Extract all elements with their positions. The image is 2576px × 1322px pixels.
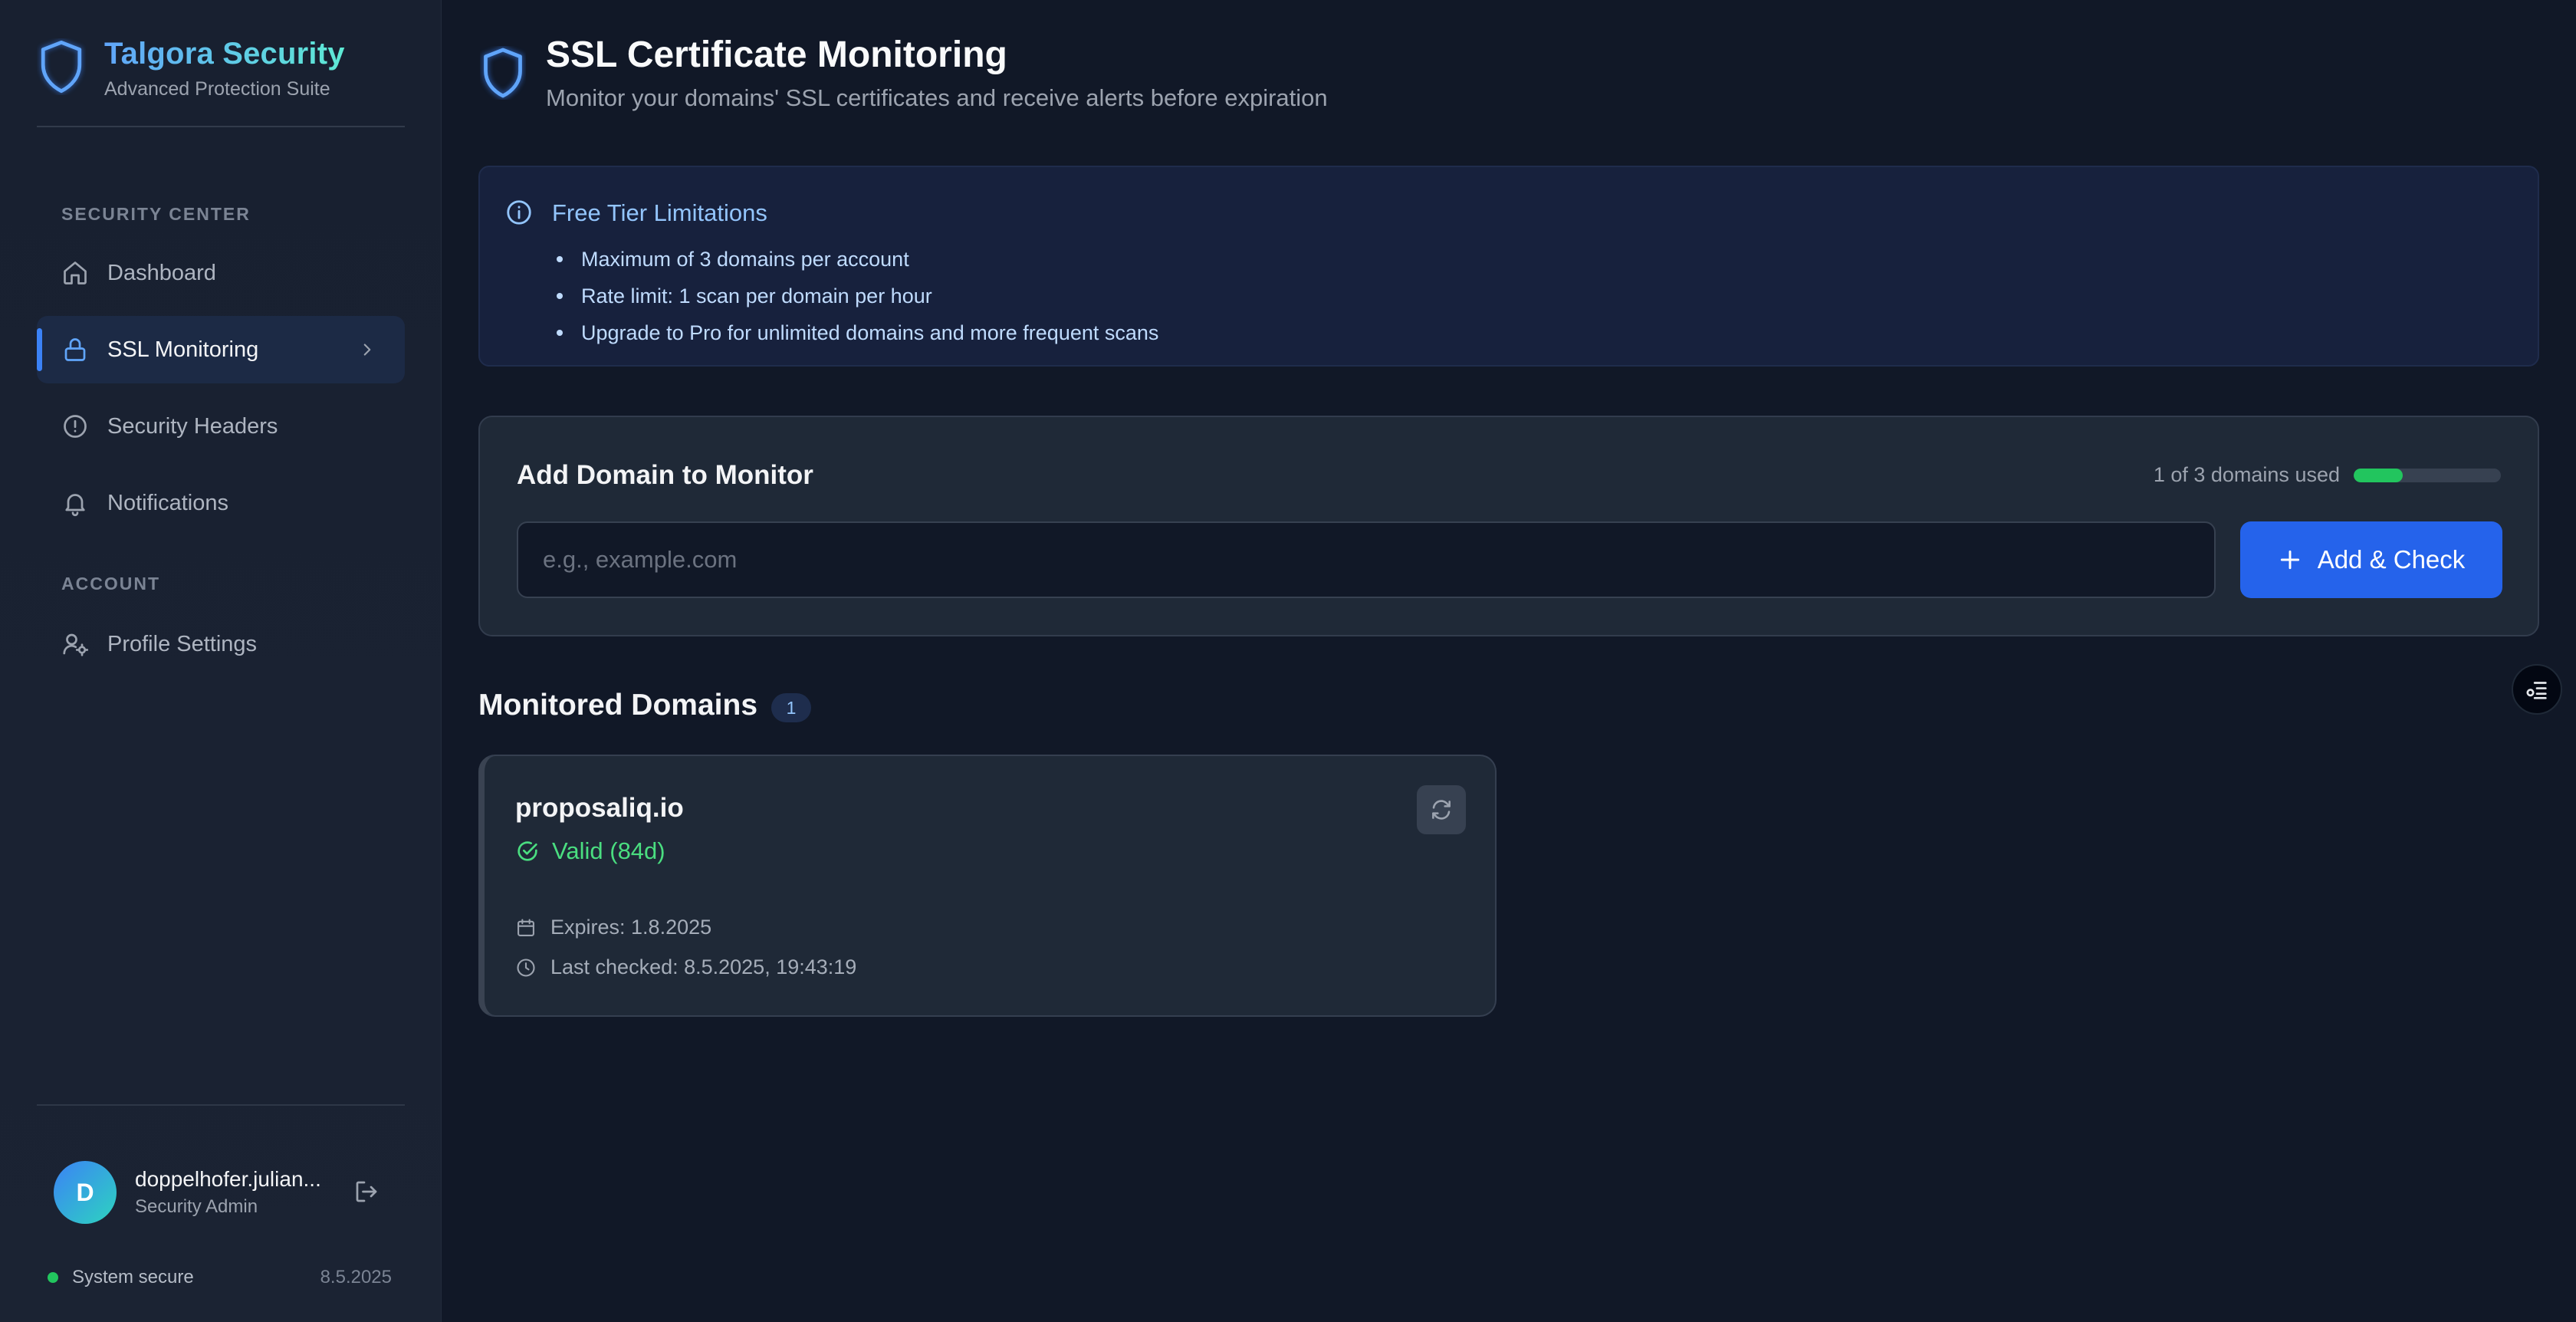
sidebar-item-profile-settings[interactable]: Profile Settings — [37, 610, 405, 678]
chevron-right-icon — [363, 344, 371, 356]
user-profile[interactable]: D doppelhofer.julian... Security Admin — [54, 1161, 334, 1224]
alert-circle-icon — [64, 415, 87, 438]
sidebar-item-label: Security Headers — [107, 413, 278, 439]
section-label-security-center: SECURITY CENTER — [61, 204, 251, 224]
check-circle-icon — [518, 841, 537, 861]
section-label-account: ACCOUNT — [61, 574, 160, 594]
calendar-icon — [518, 918, 534, 936]
sidebar-item-notifications[interactable]: Notifications — [37, 469, 405, 537]
usage-progress-bar — [2354, 468, 2501, 482]
shield-icon — [40, 39, 83, 94]
sidebar-item-label: Profile Settings — [107, 631, 258, 656]
user-cog-icon — [63, 633, 89, 656]
sidebar: Talgora Security Advanced Protection Sui… — [0, 0, 442, 1322]
home-icon — [64, 261, 87, 284]
clock-icon — [517, 958, 535, 977]
certificate-status: Valid (84d) — [515, 837, 665, 865]
lock-icon — [64, 338, 86, 361]
domain-card[interactable]: proposaliq.io Valid (84d) Expires: 1.8.2… — [478, 755, 1497, 1017]
expiry-row: Expires: 1.8.2025 — [515, 916, 711, 939]
status-text: Valid (84d) — [552, 837, 665, 864]
page-subtitle: Monitor your domains' SSL certificates a… — [546, 84, 1328, 111]
status-text: System secure — [72, 1267, 194, 1287]
brand-title: Talgora Security — [104, 37, 345, 71]
shield-icon — [482, 46, 524, 100]
domain-usage: 1 of 3 domains used — [2154, 463, 2501, 487]
add-domain-title: Add Domain to Monitor — [517, 460, 813, 490]
last-checked-row: Last checked: 8.5.2025, 19:43:19 — [515, 955, 856, 979]
info-icon — [507, 200, 531, 225]
avatar: D — [54, 1161, 117, 1224]
sidebar-item-security-headers[interactable]: Security Headers — [37, 393, 405, 460]
sidebar-item-label: Notifications — [107, 490, 228, 515]
sidebar-item-dashboard[interactable]: Dashboard — [37, 239, 405, 307]
sidebar-item-ssl-monitoring[interactable]: SSL Monitoring — [37, 316, 405, 383]
free-tier-info-box: Free Tier Limitations Maximum of 3 domai… — [478, 166, 2539, 367]
floating-menu-button[interactable] — [2512, 664, 2562, 715]
status-dot — [48, 1272, 58, 1283]
add-and-check-button[interactable]: Add & Check — [2240, 521, 2502, 598]
user-role: Security Admin — [135, 1196, 258, 1217]
list-item: Maximum of 3 domains per account — [552, 241, 1158, 278]
sidebar-item-label: Dashboard — [107, 260, 216, 285]
info-list: Maximum of 3 domains per account Rate li… — [552, 241, 1158, 351]
monitored-domains-title: Monitored Domains — [478, 689, 758, 722]
bell-icon — [65, 494, 85, 517]
add-button-label: Add & Check — [2317, 545, 2466, 574]
list-item: Rate limit: 1 scan per domain per hour — [552, 278, 1158, 314]
sidebar-item-label: SSL Monitoring — [107, 337, 259, 362]
brand[interactable]: Talgora Security Advanced Protection Sui… — [37, 35, 345, 100]
add-domain-card: Add Domain to Monitor 1 of 3 domains use… — [478, 416, 2539, 636]
refresh-button[interactable] — [1417, 785, 1466, 834]
expiry-text: Expires: 1.8.2025 — [550, 916, 712, 939]
list-item: Upgrade to Pro for unlimited domains and… — [552, 314, 1158, 351]
divider — [37, 1104, 405, 1106]
refresh-icon — [1432, 800, 1451, 820]
info-title: Free Tier Limitations — [552, 199, 767, 226]
plus-icon — [2280, 550, 2299, 570]
page-title: SSL Certificate Monitoring — [546, 35, 1007, 75]
domain-input[interactable] — [517, 521, 2216, 598]
system-status: System secure — [48, 1267, 194, 1288]
divider — [37, 126, 405, 127]
brand-subtitle: Advanced Protection Suite — [104, 78, 330, 100]
domain-count-badge: 1 — [771, 693, 811, 722]
last-checked-text: Last checked: 8.5.2025, 19:43:19 — [550, 955, 857, 978]
logout-icon[interactable] — [353, 1178, 380, 1205]
status-date: 8.5.2025 — [320, 1267, 392, 1287]
domain-name: proposaliq.io — [515, 793, 684, 823]
usage-progress-fill — [2354, 468, 2403, 482]
list-settings-icon — [2526, 682, 2547, 699]
user-name: doppelhofer.julian... — [135, 1167, 321, 1191]
usage-text: 1 of 3 domains used — [2153, 463, 2340, 486]
